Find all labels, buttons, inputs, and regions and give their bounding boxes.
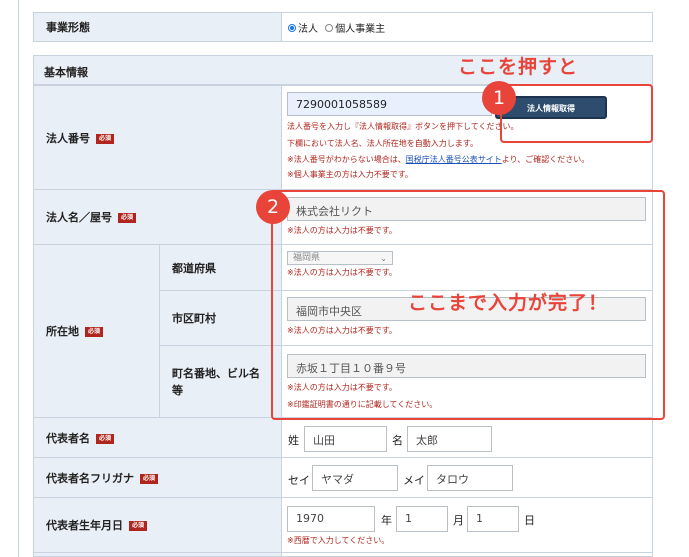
radio-on-icon: [288, 23, 296, 32]
birth-day-unit: 日: [524, 514, 535, 527]
radio-corporate[interactable]: 法人: [288, 23, 318, 35]
next-label-cell: [32, 552, 283, 557]
representative-label: 代表者名: [46, 431, 90, 445]
business-type-value-cell: 法人 個人事業主: [281, 12, 653, 42]
note3-post: より、ご確認ください。: [501, 155, 590, 164]
required-badge: 必須: [96, 433, 115, 444]
business-type-label: 事業形態: [46, 21, 90, 34]
birth-month-input[interactable]: 1: [396, 506, 448, 532]
representative-last-input[interactable]: 山田: [304, 426, 387, 452]
representative-label-cell: 代表者名 必須: [32, 417, 283, 458]
city-label-cell: 市区町村: [158, 290, 283, 346]
birth-year-input[interactable]: 1970: [287, 506, 375, 532]
business-type-table: 事業形態 法人 個人事業主: [33, 12, 653, 42]
street-label-cell: 町名番地、ビル名 等: [158, 345, 283, 418]
representative-kana-last-label: セイ: [288, 474, 310, 487]
radio-sole-proprietor[interactable]: 個人事業主: [325, 23, 386, 35]
representative-kana-label-cell: 代表者名フリガナ 必須: [32, 457, 283, 498]
annotation-text-1: ここを押すと: [458, 56, 579, 78]
corporate-number-label: 法人番号: [46, 131, 90, 145]
corporate-number-note-2: 下欄において法人名、法人所在地を自動入力します。: [287, 139, 478, 148]
representative-kana-last-input[interactable]: ヤマダ: [312, 465, 398, 491]
corporate-number-label-cell: 法人番号 必須: [32, 85, 283, 190]
representative-kana-first-input[interactable]: タロウ: [427, 465, 513, 491]
birth-year-unit: 年: [381, 514, 392, 527]
address-label-cell: 所在地 必須: [33, 244, 160, 418]
note3-pre: ※法人番号がわからない場合は、: [287, 155, 406, 164]
street-label-line2: 等: [172, 383, 183, 397]
required-badge: 必須: [140, 473, 159, 484]
street-label-line1: 町名番地、ビル名: [172, 366, 260, 380]
required-badge: 必須: [96, 133, 115, 144]
representative-kana-first-label: メイ: [403, 474, 425, 487]
representative-last-label: 姓: [288, 434, 299, 447]
representative-first-input[interactable]: 太郎: [407, 426, 492, 452]
address-label: 所在地: [46, 325, 79, 338]
corporate-number-input[interactable]: 7290001058589: [287, 92, 492, 116]
birth-day-input[interactable]: 1: [467, 506, 519, 532]
annotation-badge-2: 2: [256, 190, 290, 224]
nta-corporate-number-site-link[interactable]: 国税庁法人番号公表サイト: [406, 155, 502, 164]
annotation-badge-1: 1: [482, 81, 516, 115]
representative-kana-label: 代表者名フリガナ: [46, 471, 134, 485]
annotation-text-2: ここまで入力が完了！: [408, 292, 609, 314]
radio-sole-proprietor-label: 個人事業主: [335, 23, 386, 35]
birth-month-unit: 月: [453, 514, 464, 527]
representative-first-label: 名: [392, 434, 403, 447]
next-value-cell: [281, 552, 653, 557]
required-badge: 必須: [118, 213, 137, 223]
corporate-number-note-3: ※法人番号がわからない場合は、国税庁法人番号公表サイトより、ご確認ください。: [287, 155, 589, 165]
birthdate-label-cell: 代表者生年月日 必須: [32, 497, 283, 553]
annotation-box-1: [500, 84, 653, 143]
prefecture-label-cell: 都道府県: [158, 244, 283, 291]
birthdate-note: ※西暦で入力してください。: [287, 536, 390, 545]
prefecture-label: 都道府県: [172, 261, 216, 275]
city-label: 市区町村: [172, 312, 216, 325]
corporate-name-label: 法人名／屋号: [46, 211, 112, 224]
corporate-number-note-4: ※個人事業主の方は入力不要です。: [287, 170, 413, 179]
radio-off-icon: [325, 23, 334, 32]
business-type-label-cell: 事業形態: [33, 12, 282, 42]
required-badge: 必須: [85, 327, 104, 337]
birthdate-label: 代表者生年月日: [46, 519, 123, 532]
radio-corporate-label: 法人: [298, 23, 318, 35]
section-title: 基本情報: [44, 66, 88, 79]
row-next: [32, 552, 653, 557]
required-badge: 必須: [129, 521, 148, 531]
corporate-number-note-1: 法人番号を入力し『法人情報取得』ボタンを押下してください。: [287, 122, 519, 131]
corporate-name-label-cell: 法人名／屋号 必須: [32, 189, 283, 245]
